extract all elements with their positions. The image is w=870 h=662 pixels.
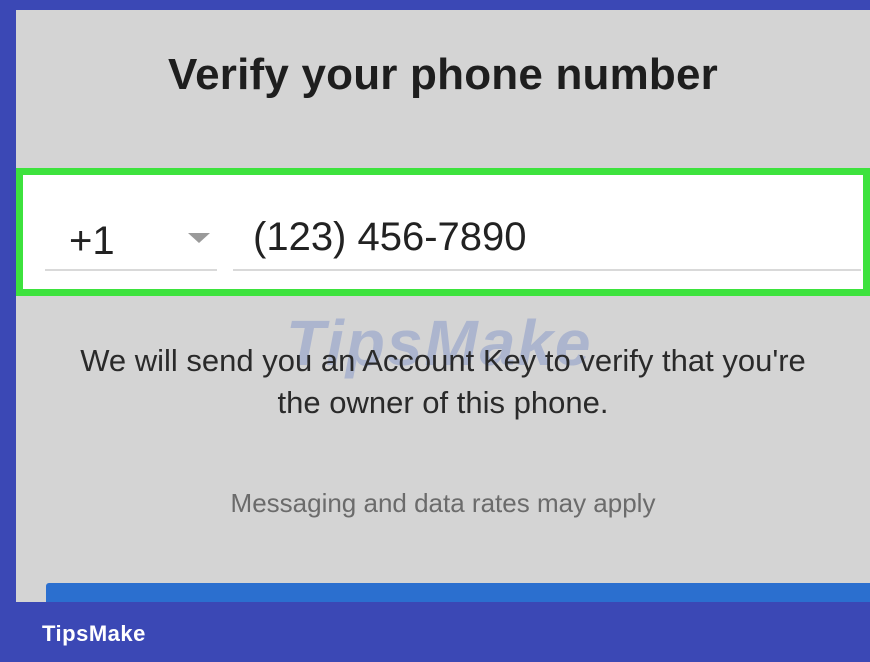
page-title: Verify your phone number <box>167 50 718 99</box>
country-code-value: +1 <box>69 219 115 263</box>
brand-logo: TipsMake <box>42 621 146 646</box>
brand-bar: TipsMake <box>0 602 870 662</box>
rates-disclaimer: Messaging and data rates may apply <box>230 488 656 518</box>
phone-number-input[interactable]: (123) 456-7890 <box>233 211 861 271</box>
verify-phone-screen: Verify your phone number +1 (123) 456-78… <box>16 10 870 602</box>
chevron-down-icon <box>188 233 210 243</box>
info-text: We will send you an Account Key to verif… <box>80 343 806 420</box>
next-button[interactable] <box>46 583 870 602</box>
phone-number-value: (123) 456-7890 <box>253 215 527 259</box>
country-code-select[interactable]: +1 <box>45 211 217 271</box>
phone-input-row: +1 (123) 456-7890 <box>16 168 870 296</box>
frame: Verify your phone number +1 (123) 456-78… <box>0 0 870 662</box>
